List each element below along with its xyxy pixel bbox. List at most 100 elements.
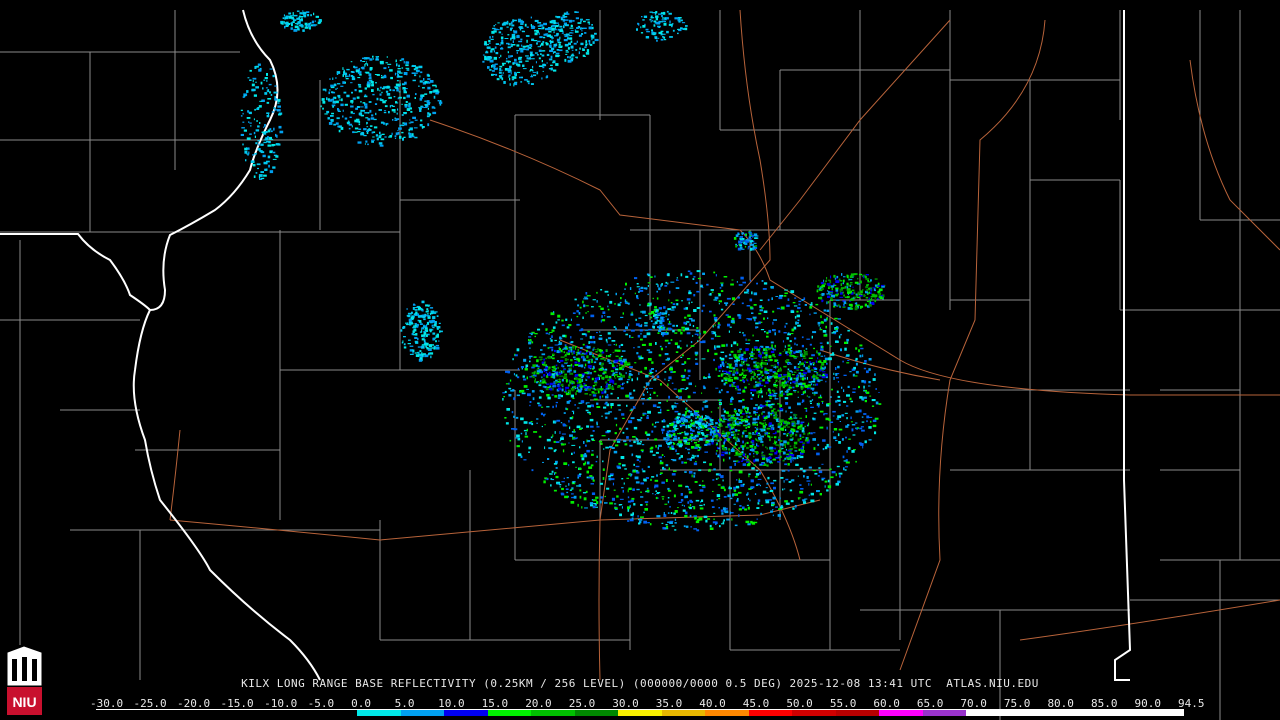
echo-pixel (603, 448, 605, 450)
echo-pixel (853, 366, 856, 370)
echo-pixel (721, 379, 724, 382)
echo-pixel (432, 84, 436, 87)
echo-pixel (832, 415, 835, 417)
echo-pixel (664, 503, 668, 505)
echo-pixel (592, 34, 595, 38)
echo-pixel (507, 46, 511, 49)
echo-pixel (764, 359, 768, 361)
echo-pixel (383, 67, 387, 70)
echo-pixel (780, 308, 783, 310)
echo-pixel (482, 54, 485, 56)
echo-pixel (277, 98, 281, 102)
echo-pixel (813, 412, 817, 414)
echo-pixel (785, 351, 788, 354)
echo-pixel (549, 337, 552, 340)
echo-pixel (813, 391, 818, 394)
echo-pixel (635, 323, 640, 326)
echo-pixel (272, 166, 276, 169)
echo-pixel (649, 393, 651, 396)
echo-pixel (403, 96, 406, 100)
echo-pixel (398, 91, 401, 93)
echo-pixel (561, 443, 565, 446)
echo-pixel (833, 372, 835, 375)
echo-pixel (310, 14, 312, 17)
echo-pixel (824, 366, 826, 369)
echo-pixel (856, 297, 861, 299)
echo-pixel (271, 111, 275, 113)
echo-pixel (744, 508, 748, 511)
echo-pixel (714, 319, 718, 322)
echo-pixel (557, 379, 562, 381)
echo-pixel (602, 468, 605, 471)
echo-pixel (766, 447, 768, 450)
echo-pixel (695, 520, 700, 524)
echo-pixel (630, 417, 635, 420)
echo-pixel (258, 68, 262, 72)
echo-pixel (565, 386, 569, 389)
echo-pixel (324, 113, 328, 115)
echo-pixel (410, 110, 413, 113)
echo-pixel (598, 337, 603, 340)
echo-pixel (793, 417, 798, 419)
echo-pixel (786, 453, 789, 455)
echo-pixel (709, 463, 712, 466)
county-boundaries (0, 10, 1280, 720)
echo-pixel (655, 17, 658, 21)
echo-pixel (737, 413, 740, 417)
echo-pixel (864, 360, 867, 363)
echo-pixel (529, 332, 534, 334)
echo-pixel (773, 366, 775, 368)
echo-pixel (703, 377, 707, 379)
echo-pixel (745, 348, 749, 351)
echo-pixel (528, 341, 532, 345)
echo-pixel (750, 355, 754, 358)
echo-pixel (721, 344, 726, 347)
echo-pixel (844, 285, 846, 289)
echo-pixel (620, 456, 625, 459)
echo-pixel (544, 361, 546, 364)
echo-pixel (783, 374, 787, 376)
echo-pixel (764, 376, 767, 379)
echo-pixel (385, 62, 388, 64)
echo-pixel (838, 335, 841, 339)
echo-pixel (797, 402, 801, 406)
echo-pixel (549, 41, 553, 43)
echo-pixel (585, 378, 587, 380)
echo-pixel (591, 391, 595, 393)
echo-pixel (589, 43, 593, 46)
echo-pixel (267, 129, 271, 133)
echo-pixel (577, 476, 580, 479)
echo-pixel (695, 281, 698, 284)
echo-pixel (666, 525, 669, 529)
echo-pixel (765, 423, 768, 426)
echo-pixel (734, 524, 738, 527)
echo-pixel (774, 375, 778, 379)
echo-pixel (356, 96, 360, 99)
echo-pixel (827, 485, 832, 489)
echo-pixel (568, 420, 570, 423)
echo-pixel (608, 375, 612, 379)
echo-pixel (408, 105, 411, 108)
echo-pixel (654, 438, 658, 441)
echo-pixel (791, 371, 793, 374)
echo-pixel (839, 288, 844, 291)
echo-pixel (753, 452, 755, 455)
echo-pixel (371, 84, 374, 87)
echo-pixel (384, 105, 388, 108)
echo-pixel (681, 504, 684, 506)
echo-pixel (651, 361, 654, 364)
echo-pixel (604, 358, 607, 361)
echo-pixel (719, 427, 721, 430)
echo-pixel (846, 394, 850, 397)
echo-pixel (820, 281, 824, 285)
echo-pixel (686, 298, 691, 301)
echo-pixel (659, 345, 662, 348)
echo-pixel (584, 393, 588, 395)
echo-pixel (572, 365, 574, 368)
echo-pixel (774, 332, 776, 336)
echo-pixel (781, 383, 783, 387)
echo-pixel (698, 447, 701, 449)
echo-pixel (620, 355, 624, 357)
echo-pixel (246, 137, 251, 140)
echo-pixel (857, 278, 859, 280)
